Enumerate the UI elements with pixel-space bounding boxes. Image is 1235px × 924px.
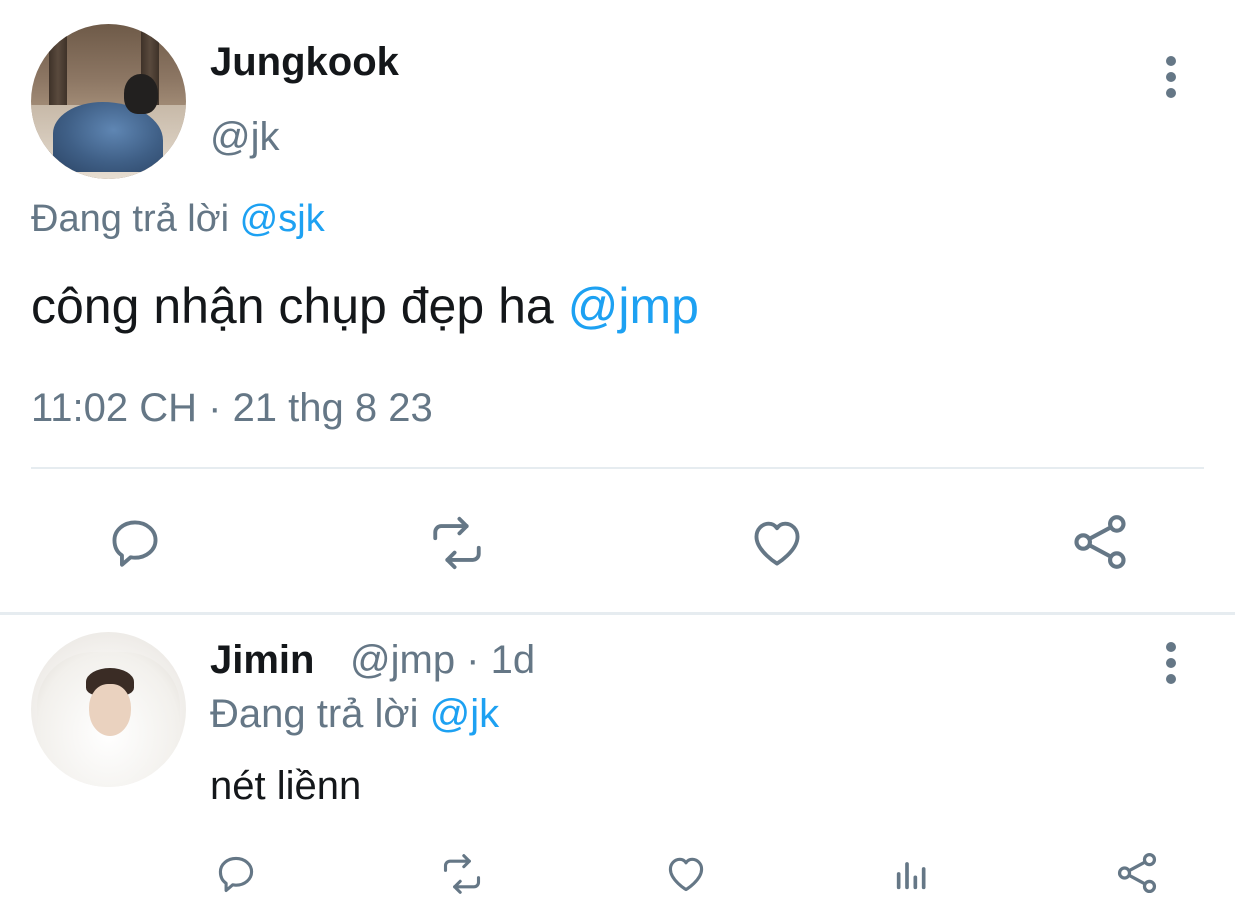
dot xyxy=(1166,658,1176,668)
replying-to-mention[interactable]: @sjk xyxy=(240,198,325,240)
more-options-icon[interactable] xyxy=(1166,642,1176,690)
reply-button[interactable] xyxy=(104,512,166,574)
retweet-icon xyxy=(433,516,481,570)
share-button[interactable] xyxy=(1114,850,1160,896)
avatar-photo-detail xyxy=(89,684,131,736)
reply-author-handle[interactable]: @jmp · 1d xyxy=(350,636,535,684)
share-icon xyxy=(1074,515,1126,569)
author-handle[interactable]: @jk xyxy=(210,113,280,161)
analytics-button[interactable] xyxy=(890,852,934,896)
like-icon xyxy=(668,857,704,892)
retweet-button[interactable] xyxy=(425,512,489,574)
reply-icon xyxy=(218,856,254,893)
tweet-separator xyxy=(0,612,1235,615)
like-icon xyxy=(754,521,800,566)
dot xyxy=(1166,642,1176,652)
dot xyxy=(1166,56,1176,66)
dot xyxy=(1166,88,1176,98)
replying-prefix: Đang trả lời xyxy=(31,198,230,240)
author-avatar[interactable] xyxy=(31,24,186,179)
tweet-timestamp[interactable]: 11:02 CH · 21 thg 8 23 xyxy=(31,384,433,432)
reply-icon xyxy=(112,520,158,567)
like-button[interactable] xyxy=(746,512,808,574)
share-icon xyxy=(1117,852,1157,894)
analytics-icon xyxy=(896,862,926,890)
tweet-text: công nhận chụp đẹp ha @jmp xyxy=(31,276,699,336)
main-tweet: Jungkook @jk Đang trả lời @sjk công nhận… xyxy=(0,0,1235,612)
reply-text: nét liềnn xyxy=(210,764,362,808)
like-button[interactable] xyxy=(663,852,709,896)
retweet-icon xyxy=(443,854,481,894)
dot xyxy=(1166,72,1176,82)
reply-button[interactable] xyxy=(214,852,258,896)
reply-author-avatar[interactable] xyxy=(31,632,186,787)
divider xyxy=(31,467,1204,469)
replying-to-mention[interactable]: @jk xyxy=(430,692,500,736)
replying-to-line: Đang trả lời @sjk xyxy=(31,196,325,242)
avatar-photo-detail xyxy=(124,74,158,114)
more-options-icon[interactable] xyxy=(1166,56,1176,104)
reply-replying-to-line: Đang trả lời @jk xyxy=(210,690,499,738)
tweet-mention[interactable]: @jmp xyxy=(568,278,699,334)
share-button[interactable] xyxy=(1068,510,1132,574)
reply-author-display-name[interactable]: Jimin xyxy=(210,636,314,684)
retweet-button[interactable] xyxy=(437,852,487,896)
dot xyxy=(1166,674,1176,684)
author-display-name[interactable]: Jungkook xyxy=(210,38,399,86)
tweet-text-body: công nhận chụp đẹp ha xyxy=(31,278,554,334)
replying-prefix: Đang trả lời xyxy=(210,692,419,736)
